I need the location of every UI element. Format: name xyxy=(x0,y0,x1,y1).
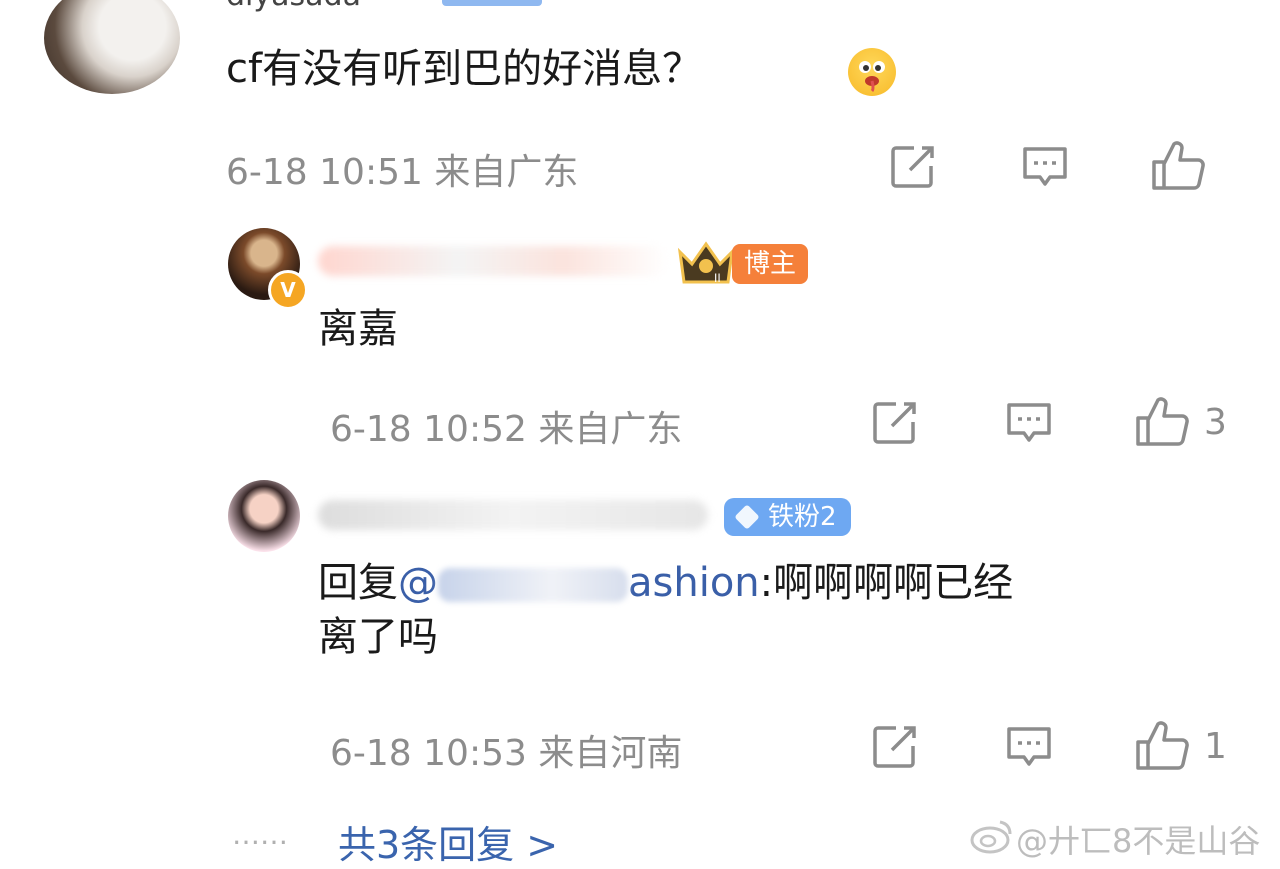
reply-body-line2: 离了吗 xyxy=(318,614,438,660)
more-dots: …… xyxy=(232,818,288,851)
reply-time: 6-18 10:52 xyxy=(330,409,527,450)
watermark: @廾匸8不是山谷 xyxy=(1016,822,1261,860)
like-button[interactable] xyxy=(1150,138,1220,194)
reply-meta: 6-18 10:53 来自河南 xyxy=(330,724,682,776)
reply-button[interactable] xyxy=(1020,142,1070,192)
username[interactable]: diyasada xyxy=(226,0,361,13)
reply-button[interactable] xyxy=(1004,398,1054,448)
username-blurred[interactable] xyxy=(318,246,668,276)
blogger-badge: 博主 xyxy=(732,244,809,284)
mention-suffix: ashion xyxy=(628,560,760,606)
reply-prefix: 回复 xyxy=(318,560,398,606)
drooling-face-emoji xyxy=(848,48,896,96)
reply-location: 来自河南 xyxy=(538,733,683,774)
avatar[interactable] xyxy=(44,0,180,94)
mention-at: @ xyxy=(398,560,438,606)
like-button[interactable]: 3 xyxy=(1134,394,1227,450)
like-count: 1 xyxy=(1204,725,1227,767)
reply-time: 6-18 10:53 xyxy=(330,733,527,774)
comment-icon xyxy=(1023,147,1067,186)
avatar[interactable] xyxy=(228,480,300,552)
comment-text: cf有没有听到巴的好消息？ xyxy=(226,42,702,96)
user-badge xyxy=(442,0,542,6)
reply-button[interactable] xyxy=(1004,722,1054,772)
comment-meta: 6-18 10:51 来自广东 xyxy=(226,143,578,195)
share-icon xyxy=(873,726,916,768)
thumbs-up-icon xyxy=(1136,721,1189,770)
thumbs-up-icon xyxy=(1152,141,1205,190)
more-replies-link[interactable]: 共3条回复 > xyxy=(338,814,558,869)
reply-location: 来自广东 xyxy=(538,409,683,450)
fan-badge: 铁粉2 xyxy=(724,498,851,536)
crown-icon: II xyxy=(676,238,736,292)
username-blurred[interactable] xyxy=(318,500,708,530)
share-icon xyxy=(873,402,916,444)
share-button[interactable] xyxy=(870,398,920,448)
weibo-logo-icon xyxy=(970,818,1014,858)
reply-text: 离嘉 xyxy=(318,306,398,352)
share-button[interactable] xyxy=(888,142,938,192)
comment-time: 6-18 10:51 xyxy=(226,152,423,193)
reply-body: :啊啊啊啊已经 xyxy=(759,560,1014,606)
comment-icon xyxy=(1007,403,1051,442)
comment-location: 来自广东 xyxy=(434,152,579,193)
reply-meta: 6-18 10:52 来自广东 xyxy=(330,400,682,452)
verified-badge-icon: V xyxy=(268,270,308,310)
comment-body: cf有没有听到巴的好消息？ xyxy=(226,46,703,92)
share-icon xyxy=(891,146,934,188)
svg-text:II: II xyxy=(714,271,721,285)
like-button[interactable]: 1 xyxy=(1134,718,1227,774)
reply-text: 回复@ ashion:啊啊啊啊已经 离了吗 xyxy=(318,556,1013,664)
thumbs-up-icon xyxy=(1136,397,1189,446)
comment-icon xyxy=(1007,727,1051,766)
mention-blurred xyxy=(438,568,628,602)
like-count: 3 xyxy=(1204,401,1227,443)
share-button[interactable] xyxy=(870,722,920,772)
mention-link[interactable]: @ ashion xyxy=(398,560,760,606)
